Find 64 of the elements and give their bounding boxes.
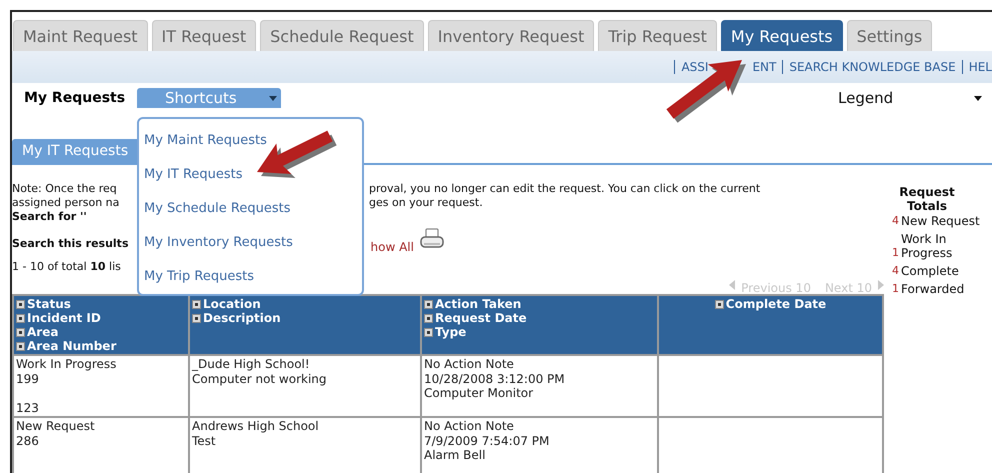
- printer-icon[interactable]: [420, 228, 444, 250]
- column-label[interactable]: Action Taken: [435, 297, 522, 311]
- column-label[interactable]: Request Date: [435, 311, 527, 325]
- tab[interactable]: Settings: [846, 20, 932, 51]
- status-label: Complete: [901, 264, 959, 278]
- menu-item[interactable]: My Trip Requests: [144, 267, 254, 286]
- count: 1: [892, 282, 899, 296]
- nav-link[interactable]: SEARCH KNOWLEDGE BASE: [789, 60, 956, 74]
- table-cell-text: No Action Note: [424, 357, 515, 372]
- table-cell-text: _Dude High School!: [192, 357, 311, 372]
- result-count: 1 - 10 of total 10 lis: [12, 260, 122, 274]
- menu-item[interactable]: My IT Requests: [144, 165, 243, 184]
- toggle-icon[interactable]: [714, 300, 724, 308]
- caret-icon: [269, 96, 277, 100]
- tab[interactable]: Trip Request: [598, 20, 717, 51]
- column-label[interactable]: Location: [203, 297, 261, 311]
- table-cell-text: 10/28/2008 3:12:00 PM: [424, 372, 566, 386]
- search-for-label: Search for '': [12, 210, 88, 224]
- table-cell-text: Work In Progress: [16, 357, 118, 372]
- count: 1: [892, 246, 899, 260]
- column-label[interactable]: Type: [435, 325, 466, 339]
- page-title: My Requests: [24, 90, 126, 106]
- table-cell-text: New Request: [16, 419, 96, 434]
- table-cell-text: Computer not working: [192, 372, 328, 386]
- show-all-link[interactable]: how All: [370, 240, 414, 254]
- table-cell-text: 123: [16, 400, 40, 415]
- totals-title: Request Totals: [898, 185, 956, 213]
- table-cell-text: Computer Monitor: [424, 386, 534, 400]
- table-cell-text: Andrews High School: [192, 419, 320, 434]
- tab[interactable]: My Requests: [720, 20, 843, 51]
- column-label[interactable]: Status: [27, 297, 71, 311]
- table-cell-text: Test: [192, 434, 217, 448]
- nav-link[interactable]: HEL: [968, 60, 992, 74]
- column-label[interactable]: Description: [203, 311, 281, 325]
- table-cell-text: 199: [16, 372, 40, 386]
- menu-item[interactable]: My Schedule Requests: [144, 199, 290, 218]
- nav-link[interactable]: ENT: [752, 60, 776, 74]
- status-label: New Request: [901, 214, 980, 228]
- tab[interactable]: Inventory Request: [428, 20, 594, 51]
- caret-icon: [974, 96, 982, 100]
- count: 4: [892, 264, 899, 278]
- column-label[interactable]: Area Number: [27, 339, 116, 353]
- note-text: ges on your request.: [369, 196, 484, 210]
- status-label: Work In Progress: [901, 232, 954, 260]
- tab[interactable]: IT Request: [152, 20, 256, 51]
- table-cell-text: No Action Note: [424, 419, 515, 434]
- menu-item[interactable]: My Inventory Requests: [144, 233, 293, 252]
- nav-link[interactable]: ASSI: [681, 60, 708, 74]
- shortcuts-button[interactable]: Shortcuts: [137, 88, 281, 108]
- column-label[interactable]: Complete Date: [726, 297, 826, 311]
- note-text: assigned person na: [12, 196, 120, 210]
- legend-button[interactable]: Legend: [838, 88, 982, 108]
- note-text: proval, you no longer can edit the request. You can click on the current: [369, 182, 762, 196]
- column-label[interactable]: Incident ID: [27, 311, 101, 325]
- count: 4: [892, 214, 899, 228]
- status-label: Forwarded: [901, 282, 964, 296]
- note-text: Note: Once the req: [12, 182, 118, 196]
- tab[interactable]: Maint Request: [13, 20, 148, 51]
- table-cell-text: 7/9/2009 7:54:07 PM: [424, 434, 550, 448]
- column-label[interactable]: Area: [27, 325, 58, 339]
- table-cell-text: 286: [16, 434, 40, 448]
- search-results-label: Search this results: [12, 237, 128, 250]
- tab[interactable]: Schedule Request: [260, 20, 424, 51]
- table-cell-text: Alarm Bell: [424, 448, 486, 462]
